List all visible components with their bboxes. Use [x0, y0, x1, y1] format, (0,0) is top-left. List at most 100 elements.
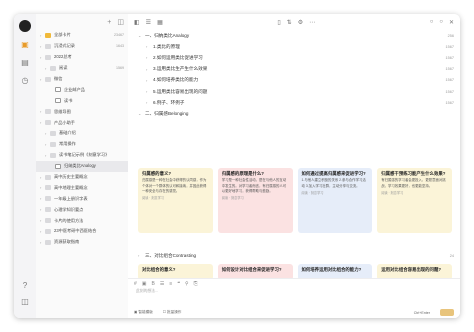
sidebar-item[interactable]: › 全部卡片 23467	[36, 30, 128, 41]
sidebar-item[interactable]: 归纳类比Analogy	[36, 160, 128, 172]
sidebar-item[interactable]: › 一年级上册识字表	[36, 193, 128, 204]
folder-icon	[45, 43, 51, 49]
image-icon[interactable]: ▣	[142, 281, 147, 287]
maximize-icon[interactable]: ○	[439, 19, 443, 25]
outline-item[interactable]: › 4.如何培养类比的能力 1567	[138, 75, 460, 86]
outline-item[interactable]: ⌄ 一、归纳类比Analogy 256	[138, 30, 460, 41]
chevron-right-icon: ›	[138, 253, 140, 259]
list-icon[interactable]: ☰	[160, 281, 164, 287]
card-title: 归属感的原理是什么?	[221, 171, 264, 176]
batch-operation-button[interactable]: ☐ 批量操作	[163, 310, 182, 315]
sort-icon[interactable]: ⇅	[287, 19, 292, 26]
chevron-icon[interactable]: ›	[146, 55, 150, 60]
close-icon[interactable]: ✕	[449, 19, 454, 26]
layout-icon[interactable]: ☰	[146, 19, 151, 26]
chevron-icon[interactable]: ›	[146, 44, 150, 49]
attachment-icon[interactable]: ⎘	[194, 281, 198, 287]
hashtag-icon[interactable]: #	[134, 281, 137, 287]
outline-item[interactable]: › 1.类比的原理 1567	[138, 41, 460, 52]
sidebar-item-count: 23467	[114, 33, 124, 38]
sidebar-item[interactable]: › 心理学知识要点	[36, 204, 128, 215]
sidebar-item[interactable]: › 23中医考研中西医结合	[36, 226, 128, 237]
note-card[interactable]: 归属感的意义? 归属感是一种在社会中获得的认同感，作为个体对一个群体的认可和接纳，…	[138, 168, 213, 233]
outline-item-count: 1567	[445, 78, 454, 83]
chevron-icon[interactable]: ›	[146, 78, 150, 83]
card-icon	[45, 32, 51, 38]
help-icon[interactable]: ?	[14, 281, 36, 290]
chevron-icon[interactable]: ›	[146, 100, 150, 105]
sidebar: + ◫ › 全部卡片 23467 › 沉浸式记录 1643 › 2022总考 › 阅读 1569 › 微…	[36, 14, 129, 318]
sidebar-item[interactable]: 读书	[36, 95, 128, 106]
folder-icon	[45, 228, 51, 234]
shortcut-hint: Ctrl+Enter	[413, 310, 430, 315]
sidebar-item[interactable]: › 资源获取指南	[36, 237, 128, 248]
outline-item-section3[interactable]: › 三、对比组合Contrasting 24	[138, 250, 460, 261]
sidebar-item-label: 产品小助手	[54, 119, 75, 125]
document-icon[interactable]: ▯	[277, 19, 280, 26]
calendar-icon[interactable]: ▤	[20, 58, 30, 68]
sidebar-item[interactable]: › 卡片的使用方法	[36, 215, 128, 226]
clock-icon[interactable]: ◷	[20, 76, 30, 86]
chevron-icon[interactable]: ›	[146, 67, 150, 72]
outline-item-count: 1567	[445, 55, 454, 60]
folder-icon	[45, 54, 51, 60]
avatar[interactable]	[19, 20, 31, 32]
outline-item[interactable]: ⌄ 二、归属感Belonging	[138, 108, 460, 119]
numbered-list-icon[interactable]: ≡	[169, 281, 172, 287]
sidebar-item[interactable]: › 读书笔记示例《刻意学习》	[36, 150, 128, 161]
note-card[interactable]: 归属感的原理是什么? 学习是一种社会性活动，是在与他人的互动中发生的。对学习者而言…	[217, 168, 293, 233]
send-button[interactable]	[440, 309, 454, 316]
folder-icon	[50, 65, 56, 71]
sidebar-item[interactable]: › 基础介绍	[36, 128, 128, 139]
link-icon[interactable]: ⚲	[185, 281, 189, 287]
collapse-icon[interactable]: ◫	[117, 18, 124, 26]
minimize-icon[interactable]: ○	[430, 19, 434, 25]
card-footer: 阅读 · 刻意学习	[301, 190, 324, 195]
columns-icon[interactable]: ▦	[157, 19, 163, 26]
note-editor[interactable]: # ▣ B ☰ ≡ ❝ ⚲ ⎘ 此刻的想法... ▣ 智能模版 ☐ 批量操作 C…	[128, 278, 460, 318]
sidebar-item[interactable]: › 常用操作	[36, 139, 128, 150]
more-icon[interactable]: ⋯	[309, 19, 315, 26]
outline-item[interactable]: › 5.运用类比容易出现的问题 1567	[138, 86, 460, 97]
note-card[interactable]: 如何通过提高归属感来促进学习? 1.与他人建立积极的关系 2.参与合作学习活动 3…	[297, 168, 373, 233]
sidebar-item[interactable]: › 产品小助手	[36, 117, 128, 128]
settings-icon[interactable]: ⚙	[298, 19, 303, 26]
folder-icon	[45, 185, 51, 191]
add-icon[interactable]: +	[107, 19, 111, 26]
chevron-icon[interactable]: ›	[146, 89, 150, 94]
outline-item[interactable]: › 3.运用类比生产生什么效果 1567	[138, 64, 460, 75]
outline-item-label: 三、对比组合Contrasting	[145, 252, 197, 258]
sidebar-item-label: 高中历史主要概念	[54, 174, 88, 180]
outline-item-count: 1567	[445, 89, 454, 94]
sidebar-item[interactable]: › 沉浸式记录 1643	[36, 41, 128, 52]
bold-icon[interactable]: B	[152, 281, 155, 287]
sidebar-item[interactable]: › 2022总考	[36, 52, 128, 63]
chevron-icon[interactable]: ⌄	[138, 111, 142, 116]
outline-item[interactable]: › 2.如何运用类比促进学习 1567	[138, 52, 460, 63]
sidebar-item[interactable]: › 思维导图	[36, 106, 128, 117]
card-body: 有归属感的学习者会更投入，更愿意面对挑战，学习效果更好，也更能坚持。	[381, 178, 446, 188]
sidebar-item-label: 沉浸式记录	[54, 43, 75, 49]
card-title: 归属感的意义?	[142, 171, 172, 176]
sidebar-item[interactable]: › 高中地理主要概念	[36, 182, 128, 193]
chevron-icon[interactable]: ⌄	[138, 33, 142, 38]
app-window: ▣ ▤ ◷ ? ◫ + ◫ › 全部卡片 23467 › 沉浸式记录 1643 › 2022总…	[14, 14, 460, 318]
note-card[interactable]: 归属感干预练习能产生什么效果? 有归属感的学习者会更投入，更愿意面对挑战，学习效果…	[377, 168, 452, 233]
smart-template-button[interactable]: ▣ 智能模版	[134, 310, 153, 315]
cards-icon[interactable]: ▣	[20, 40, 30, 50]
sidebar-item-label: 归纳类比Analogy	[64, 163, 96, 169]
sidebar-list: › 全部卡片 23467 › 沉浸式记录 1643 › 2022总考 › 阅读 1569 › 微信 企业邮…	[36, 30, 128, 248]
card-title: 对比组合的意义?	[142, 267, 176, 272]
sidebar-item[interactable]: › 高中历史主要概念	[36, 172, 128, 183]
card-body: 1.与他人建立积极的关系 2.参与合作学习活动 3.加入学习社群，主动分享与交流…	[301, 178, 366, 188]
sidebar-toggle-icon[interactable]: ◧	[134, 19, 140, 26]
outline-item[interactable]: › 6.例子、环例子 1567	[138, 97, 460, 108]
sidebar-item[interactable]: › 微信	[36, 74, 128, 85]
sidebar-item-count: 1643	[116, 44, 124, 49]
quote-icon[interactable]: ❝	[177, 281, 180, 287]
folder-icon	[45, 196, 51, 202]
sidebar-item[interactable]: › 阅读 1569	[36, 63, 128, 74]
sidebar-item[interactable]: 企业邮产品	[36, 84, 128, 95]
sidebar-toggle-icon[interactable]: ◫	[14, 297, 36, 306]
sidebar-item-label: 卡片的使用方法	[54, 217, 84, 223]
